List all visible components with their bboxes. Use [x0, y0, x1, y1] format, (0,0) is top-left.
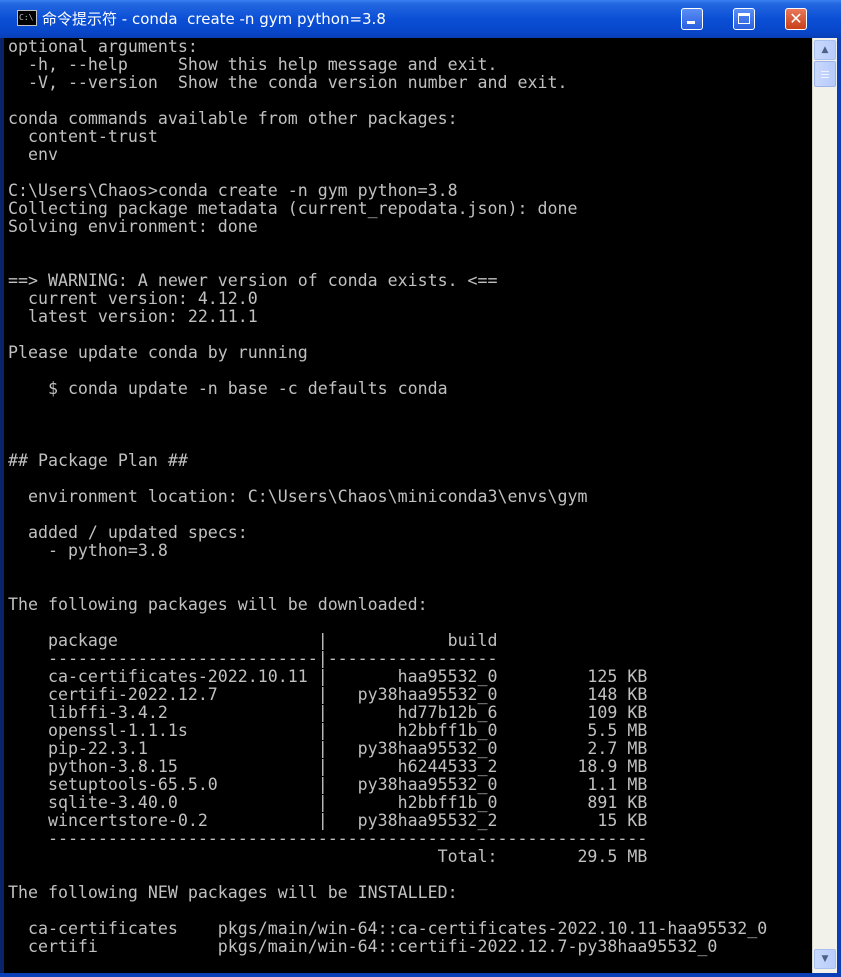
console-line: $ conda update -n base -c defaults conda — [8, 379, 448, 398]
scroll-up-arrow-icon: ▲ — [821, 45, 829, 55]
maximize-icon — [738, 13, 750, 24]
maximize-button[interactable] — [733, 8, 755, 30]
console-line: Collecting package metadata (current_rep… — [8, 199, 578, 218]
scroll-thumb[interactable] — [814, 61, 836, 87]
console-line: setuptools-65.5.0 | py38haa95532_0 1.1 M… — [8, 775, 648, 794]
console-line: openssl-1.1.1s | h2bbff1b_0 5.5 MB — [8, 721, 648, 740]
console-line: C:\Users\Chaos>conda create -n gym pytho… — [8, 181, 458, 200]
console-line: latest version: 22.11.1 — [8, 307, 258, 326]
console-line: -V, --version Show the conda version num… — [8, 73, 568, 92]
console-line: Please update conda by running — [8, 343, 308, 362]
minimize-button[interactable] — [681, 8, 703, 30]
title-bar[interactable]: C:\ 命令提示符 - conda create -n gym python=3… — [0, 0, 841, 38]
console-line: - python=3.8 — [8, 541, 168, 560]
window-title: 命令提示符 - conda create -n gym python=3.8 — [42, 10, 386, 28]
console-line: content-trust — [8, 127, 158, 146]
console-line: ## Package Plan ## — [8, 451, 188, 470]
console-line: env — [8, 145, 58, 164]
console-line: ----------------------------------------… — [8, 829, 648, 848]
console-line: ca-certificates-2022.10.11 | haa95532_0 … — [8, 667, 648, 686]
grip-line — [821, 71, 829, 72]
scroll-down-button[interactable]: ▼ — [814, 949, 836, 969]
console-line: current version: 4.12.0 — [8, 289, 258, 308]
console-line: libffi-3.4.2 | hd77b12b_6 109 KB — [8, 703, 648, 722]
console-window: C:\ 命令提示符 - conda create -n gym python=3… — [0, 0, 841, 977]
console-line: sqlite-3.40.0 | h2bbff1b_0 891 KB — [8, 793, 648, 812]
console-line: The following packages will be downloade… — [8, 595, 428, 614]
window-frame-right — [837, 38, 841, 977]
scroll-up-button[interactable]: ▲ — [814, 40, 836, 60]
console-line: Total: 29.5 MB — [8, 847, 648, 866]
console-line: package | build — [8, 631, 498, 650]
console-line: wincertstore-0.2 | py38haa95532_2 15 KB — [8, 811, 648, 830]
console-line: -h, --help Show this help message and ex… — [8, 55, 498, 74]
cmd-app-icon[interactable]: C:\ — [17, 10, 37, 26]
console-line: ==> WARNING: A newer version of conda ex… — [8, 271, 498, 290]
minimize-icon — [687, 21, 695, 24]
scroll-down-arrow-icon: ▼ — [821, 954, 829, 964]
close-button[interactable]: ✕ — [785, 8, 807, 30]
vertical-scrollbar[interactable]: ▲ ▼ — [812, 38, 837, 973]
console-line: ---------------------------|------------… — [8, 649, 498, 668]
close-icon: ✕ — [789, 9, 803, 28]
console-line: conda commands available from other pack… — [8, 109, 458, 128]
console-line: The following NEW packages will be INSTA… — [8, 883, 458, 902]
console-line: ca-certificates pkgs/main/win-64::ca-cer… — [8, 919, 768, 938]
console-line: certifi pkgs/main/win-64::certifi-2022.1… — [8, 937, 718, 956]
console-line: optional arguments: — [8, 38, 198, 56]
grip-line — [821, 74, 829, 75]
console-line: certifi-2022.12.7 | py38haa95532_0 148 K… — [8, 685, 648, 704]
console-output[interactable]: optional arguments: -h, --help Show this… — [4, 38, 812, 973]
console-line: python-3.8.15 | h6244533_2 18.9 MB — [8, 757, 648, 776]
grip-line — [821, 77, 829, 78]
console-line: environment location: C:\Users\Chaos\min… — [8, 487, 588, 506]
console-line: Solving environment: done — [8, 217, 258, 236]
console-line: pip-22.3.1 | py38haa95532_0 2.7 MB — [8, 739, 648, 758]
window-frame-bottom — [0, 973, 841, 977]
console-line: added / updated specs: — [8, 523, 248, 542]
